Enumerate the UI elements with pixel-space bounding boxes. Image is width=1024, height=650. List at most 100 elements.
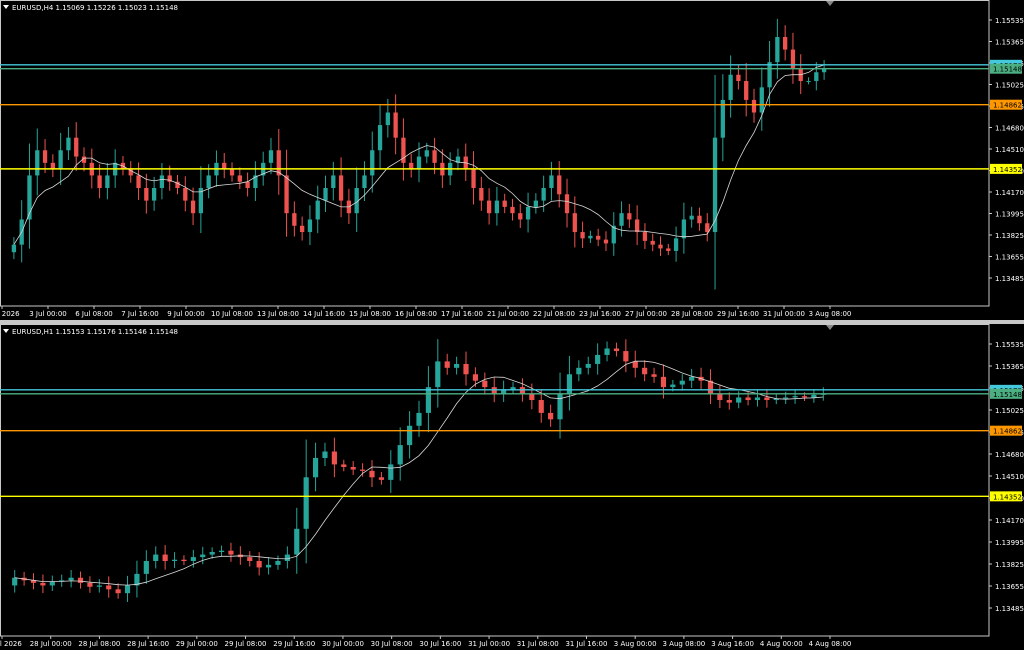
triangle-down-icon[interactable] bbox=[3, 329, 9, 333]
candle-body bbox=[697, 215, 702, 224]
y-tick-label: 1.13655 bbox=[995, 254, 1024, 262]
candle-body bbox=[106, 585, 112, 590]
x-tick-label: 4 Aug 00:00 bbox=[760, 640, 803, 648]
candle-body bbox=[49, 581, 55, 586]
candle-body bbox=[42, 150, 48, 163]
candle-body bbox=[454, 363, 460, 368]
y-tick-label: 1.13655 bbox=[995, 583, 1024, 591]
candle-body bbox=[77, 577, 84, 583]
h4-chart-pane[interactable]: 1.155351.153651.151951.150251.148551.146… bbox=[0, 0, 1024, 320]
candle-body bbox=[268, 150, 274, 163]
candle-body bbox=[471, 169, 476, 189]
candle-body bbox=[66, 137, 71, 151]
y-tick-label: 1.14680 bbox=[995, 451, 1024, 459]
y-tick-label: 1.14170 bbox=[995, 189, 1024, 197]
candle-body bbox=[767, 62, 772, 88]
candle-body bbox=[144, 188, 149, 201]
chart-title: EURUSD,H1 1.15153 1.15176 1.15146 1.1514… bbox=[12, 328, 178, 336]
x-tick-label: 3 Aug 08:00 bbox=[663, 640, 706, 648]
candle-body bbox=[323, 188, 328, 201]
y-tick-label: 1.15535 bbox=[995, 17, 1024, 25]
candle-body bbox=[585, 363, 591, 368]
candle-body bbox=[200, 554, 206, 558]
x-tick-label: 27 Jul 00:00 bbox=[625, 310, 667, 318]
candle-body bbox=[603, 239, 609, 244]
x-tick-label: 29 Jul 00:00 bbox=[176, 640, 218, 648]
candle-body bbox=[12, 577, 18, 586]
candle-body bbox=[745, 397, 751, 401]
candle-body bbox=[634, 219, 640, 233]
candle-body bbox=[284, 175, 289, 214]
y-tick-label: 1.14510 bbox=[995, 473, 1024, 481]
candle-body bbox=[679, 380, 685, 385]
candle-body bbox=[228, 550, 234, 555]
candle-body bbox=[229, 169, 235, 176]
x-tick-label: 16 Jul 08:00 bbox=[395, 310, 437, 318]
candle-body bbox=[502, 200, 507, 207]
level-label-green: 1.15148 bbox=[993, 391, 1022, 399]
candle-body bbox=[673, 238, 679, 251]
candle-body bbox=[331, 451, 337, 465]
level-label-orange: 1.14862 bbox=[993, 428, 1022, 436]
candle-body bbox=[284, 554, 290, 561]
x-tick-label: 31 Jul 08:00 bbox=[517, 640, 559, 648]
y-tick-label: 1.14680 bbox=[995, 125, 1024, 133]
candle-body bbox=[312, 457, 319, 478]
candle-body bbox=[564, 194, 570, 214]
candle-body bbox=[744, 81, 749, 100]
candle-body bbox=[651, 374, 657, 377]
candle-body bbox=[801, 396, 808, 398]
y-tick-label: 1.15365 bbox=[995, 39, 1024, 47]
candle-body bbox=[183, 188, 188, 201]
level-label-green: 1.15148 bbox=[993, 66, 1022, 74]
x-tick-label: 1 Jul 2026 bbox=[0, 310, 20, 318]
h4-chart-svg[interactable]: 1.155351.153651.151951.150251.148551.146… bbox=[0, 0, 1024, 320]
candle-body bbox=[518, 213, 523, 220]
level-label-yellow: 1.14352 bbox=[993, 493, 1022, 501]
candle-body bbox=[754, 397, 761, 401]
x-tick-label: 7 Jul 16:00 bbox=[121, 310, 159, 318]
y-tick-label: 1.13995 bbox=[995, 539, 1024, 547]
x-tick-label: 23 Jul 16:00 bbox=[579, 310, 621, 318]
x-tick-label: 6 Jul 08:00 bbox=[75, 310, 113, 318]
candle-body bbox=[775, 36, 780, 63]
candle-body bbox=[549, 175, 554, 189]
x-tick-label: 3 Aug 00:00 bbox=[614, 640, 657, 648]
h1-chart-svg[interactable]: 1.155351.153651.151951.150251.148551.146… bbox=[0, 324, 1024, 650]
candle-body bbox=[256, 560, 262, 568]
candle-body bbox=[726, 400, 732, 403]
candle-body bbox=[407, 425, 413, 446]
y-tick-label: 1.13825 bbox=[995, 232, 1024, 240]
moving-average-line bbox=[14, 360, 824, 586]
candle-body bbox=[623, 351, 629, 362]
triangle-down-icon[interactable] bbox=[3, 5, 9, 9]
h1-chart-pane[interactable]: 1.155351.153651.151951.150251.148551.146… bbox=[0, 324, 1024, 650]
candle-body bbox=[315, 200, 320, 220]
level-label-yellow: 1.14352 bbox=[993, 166, 1022, 174]
candle-body bbox=[206, 175, 211, 189]
candle-body bbox=[292, 213, 297, 226]
candle-body bbox=[360, 469, 366, 471]
candle-body bbox=[190, 557, 196, 561]
candle-body bbox=[338, 175, 344, 201]
candle-body bbox=[218, 550, 225, 552]
candle-body bbox=[181, 559, 187, 561]
candle-body bbox=[159, 175, 165, 189]
candle-body bbox=[576, 367, 582, 375]
candle-body bbox=[463, 363, 469, 375]
x-tick-label: 31 Jul 16:00 bbox=[565, 640, 607, 648]
candle-body bbox=[385, 112, 390, 126]
plot-frame bbox=[0, 324, 990, 637]
x-tick-label: 22 Jul 08:00 bbox=[533, 310, 575, 318]
x-tick-label: 31 Jul 00:00 bbox=[763, 310, 805, 318]
x-tick-label: 9 Jul 00:00 bbox=[167, 310, 205, 318]
candle-body bbox=[307, 219, 313, 233]
candle-body bbox=[510, 206, 515, 214]
candle-body bbox=[666, 248, 671, 251]
x-tick-label: 29 Jul 16:00 bbox=[717, 310, 759, 318]
candle-body bbox=[472, 374, 478, 381]
candle-body bbox=[58, 150, 63, 170]
candle-body bbox=[294, 528, 300, 555]
x-tick-label: 3 Aug 16:00 bbox=[711, 640, 754, 648]
candle-body bbox=[11, 244, 17, 253]
